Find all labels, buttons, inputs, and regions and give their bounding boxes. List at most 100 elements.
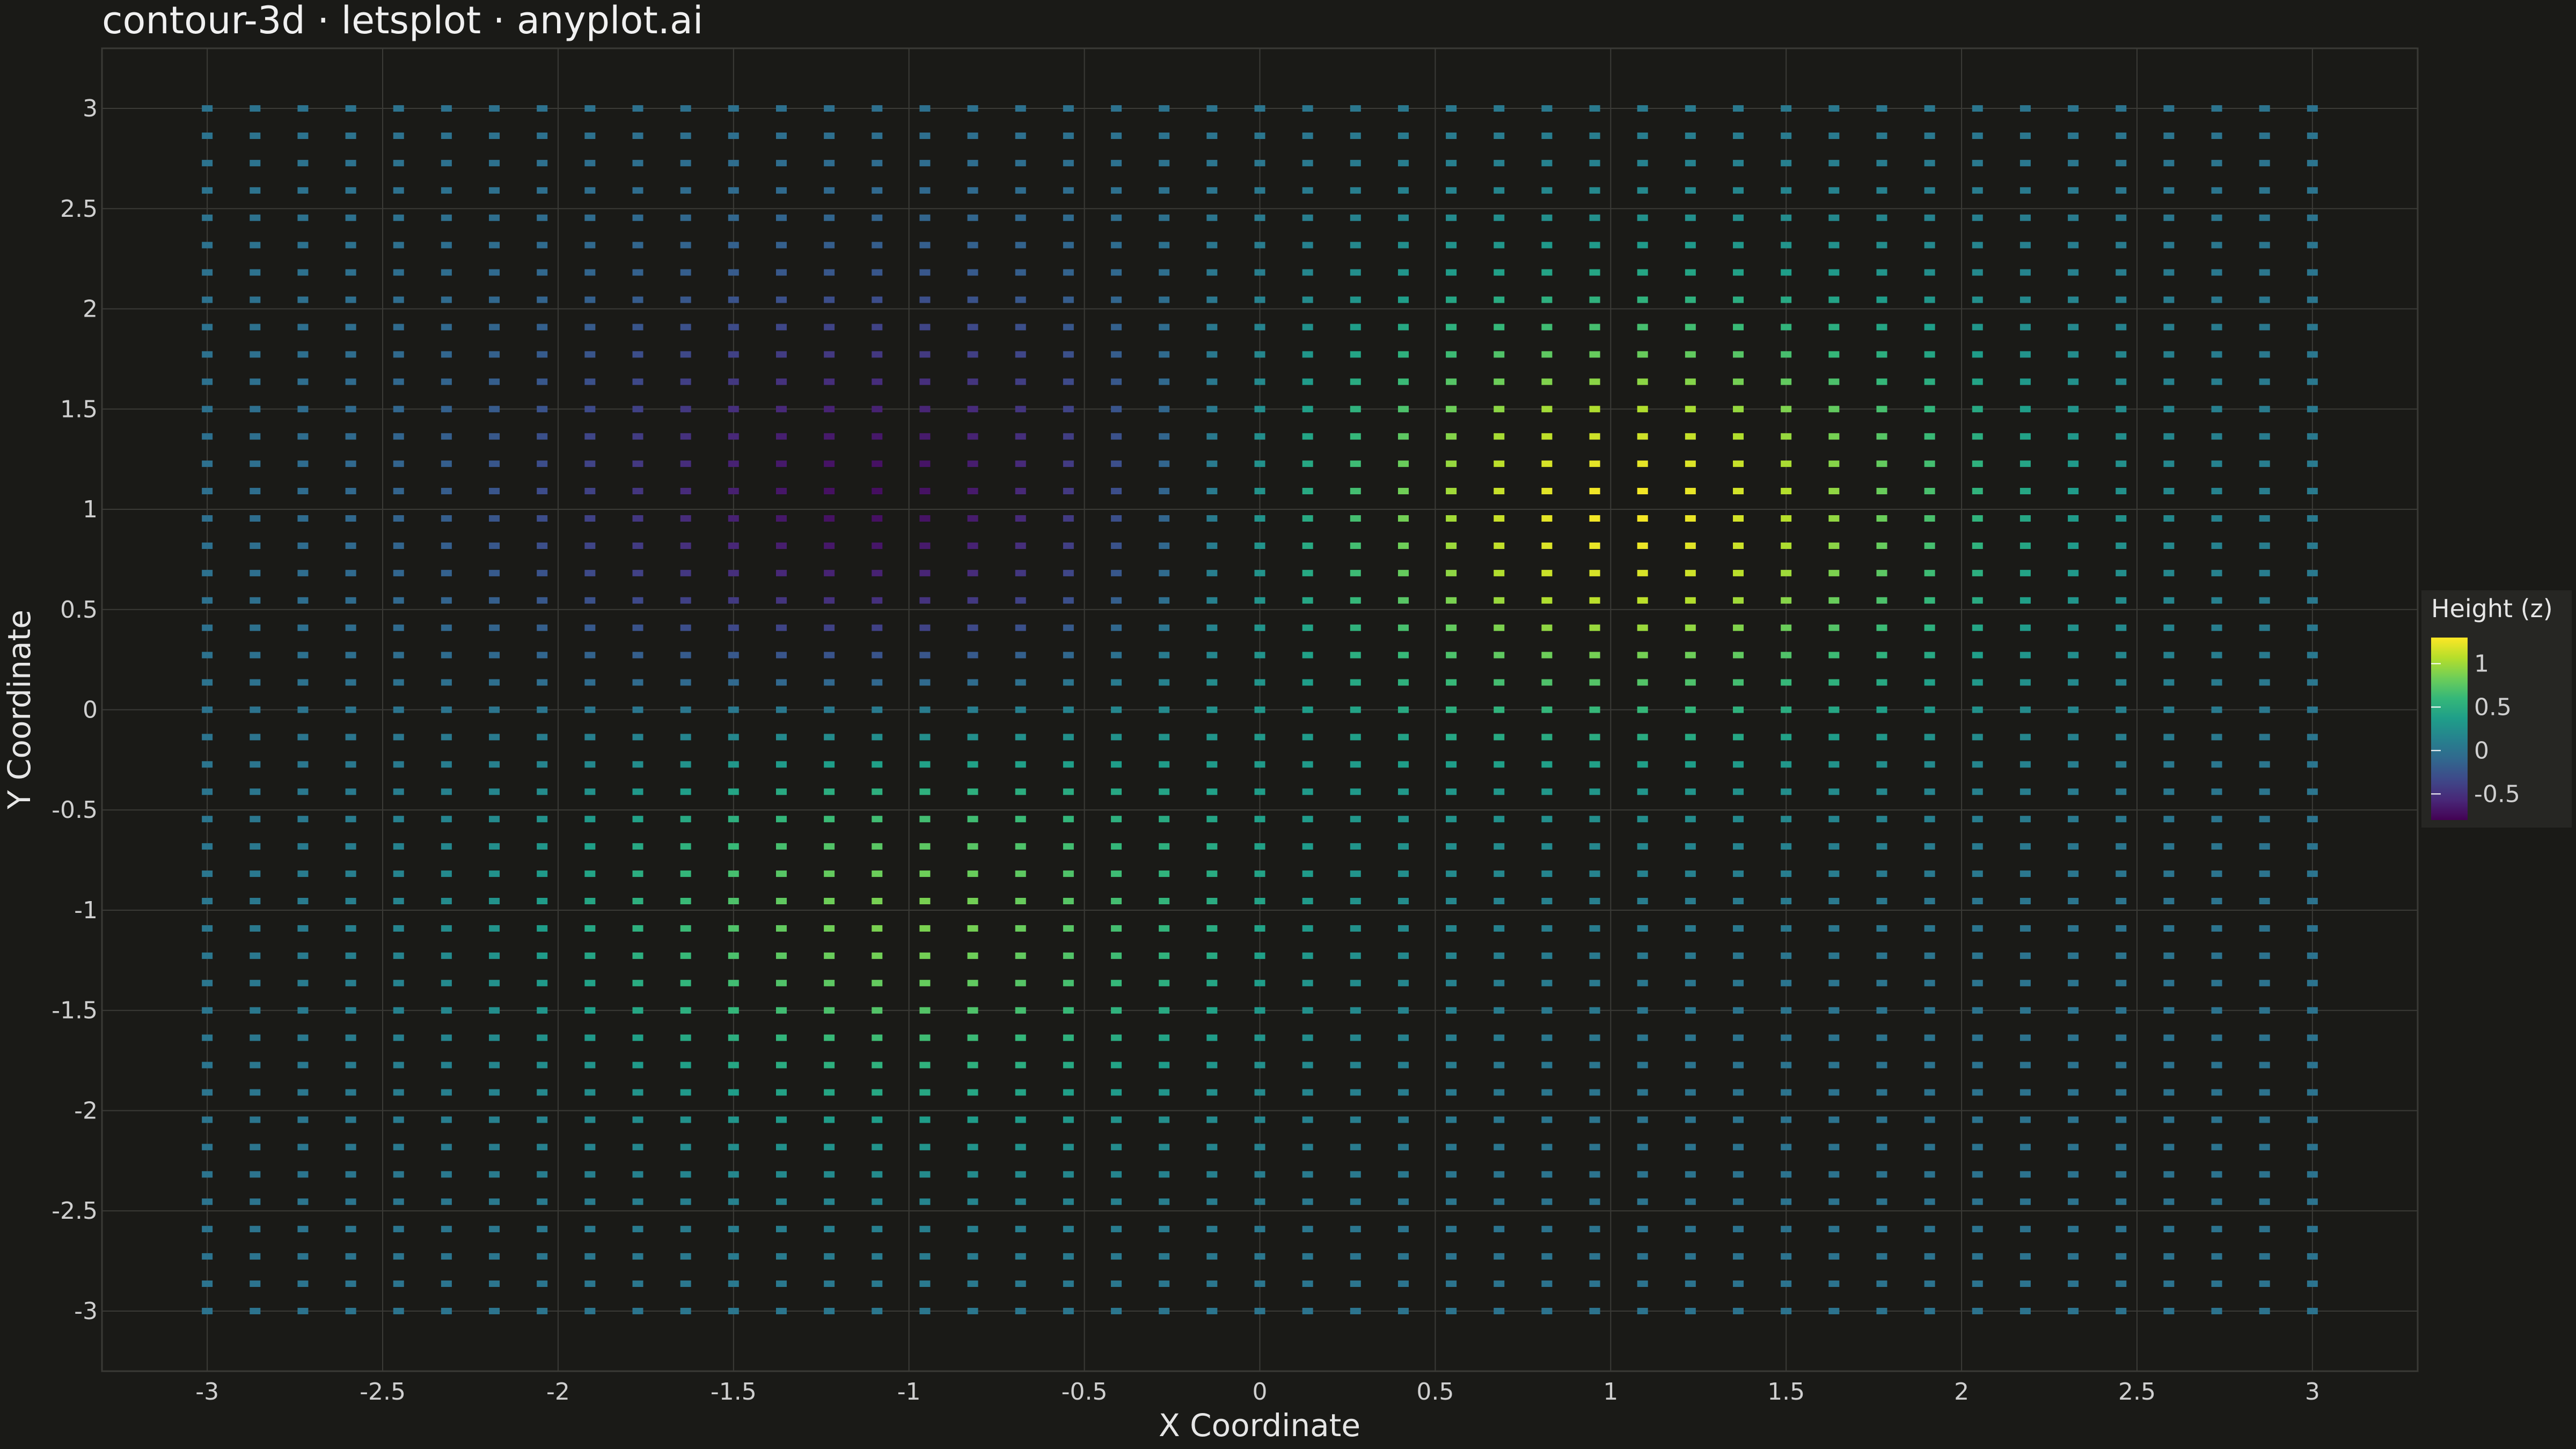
data-point	[1015, 952, 1026, 959]
data-point	[2116, 1198, 2127, 1205]
data-point	[872, 898, 883, 905]
data-point	[872, 269, 883, 276]
data-point	[2307, 351, 2318, 358]
data-point	[1733, 433, 1744, 440]
data-point	[2211, 652, 2222, 658]
data-point	[250, 624, 261, 631]
data-point	[1254, 1280, 1265, 1287]
data-point	[1828, 870, 1840, 877]
data-point	[202, 488, 213, 495]
data-point	[1828, 460, 1840, 467]
data-point	[728, 324, 739, 331]
data-point	[2307, 105, 2318, 112]
data-point	[537, 952, 548, 959]
data-point	[584, 1198, 596, 1205]
data-point	[1302, 1253, 1313, 1260]
data-point	[967, 1171, 978, 1178]
data-point	[2116, 1144, 2127, 1151]
data-point	[1111, 406, 1122, 413]
data-point	[919, 843, 931, 850]
data-point	[2068, 843, 2079, 850]
data-point	[824, 187, 835, 194]
data-point	[345, 1144, 356, 1151]
data-point	[1828, 569, 1840, 576]
data-point	[1828, 597, 1840, 604]
data-point	[2068, 1171, 2079, 1178]
data-point	[1781, 624, 1792, 631]
data-point	[2259, 105, 2270, 112]
x-axis-ticks: -3 -2.5 -2 -1.5 -1 -0.5 0 0.5 1 1.5 2 2.5 3	[195, 1378, 2320, 1406]
data-point	[1015, 1034, 1026, 1041]
data-point	[393, 159, 404, 166]
data-point	[441, 378, 452, 385]
y-tick-label: -2.5	[52, 1197, 98, 1225]
data-point	[1685, 296, 1696, 303]
data-point	[489, 870, 500, 877]
data-point	[680, 406, 691, 413]
data-point	[1254, 816, 1265, 823]
data-point	[872, 952, 883, 959]
data-point	[1397, 187, 1409, 194]
data-point	[2211, 1307, 2222, 1314]
data-point	[2211, 105, 2222, 112]
data-point	[872, 1034, 883, 1041]
data-point	[1302, 460, 1313, 467]
data-point	[1541, 1307, 1553, 1314]
data-point	[1637, 542, 1648, 549]
data-point	[1446, 898, 1457, 905]
data-point	[872, 870, 883, 877]
data-point	[1924, 488, 1935, 495]
data-point	[2259, 1116, 2270, 1123]
data-point	[919, 734, 931, 741]
data-point	[1015, 214, 1026, 221]
data-point	[1589, 460, 1600, 467]
data-point	[345, 132, 356, 139]
data-point	[1397, 816, 1409, 823]
data-point	[2068, 378, 2079, 385]
data-point	[1972, 734, 1983, 741]
data-point	[2019, 706, 2031, 713]
data-point	[967, 542, 978, 549]
data-point	[1924, 734, 1935, 741]
data-point	[1015, 1007, 1026, 1014]
data-point	[1063, 1253, 1074, 1260]
data-point	[824, 159, 835, 166]
data-point	[1350, 187, 1361, 194]
data-point	[967, 1089, 978, 1096]
data-point	[1494, 788, 1505, 795]
data-point	[1494, 1089, 1505, 1096]
data-point	[1972, 952, 1983, 959]
data-point	[680, 214, 691, 221]
data-point	[1685, 898, 1696, 905]
data-point	[632, 1144, 643, 1151]
data-point	[1781, 433, 1792, 440]
data-point	[1063, 679, 1074, 686]
data-point	[1350, 515, 1361, 522]
data-point	[2116, 679, 2127, 686]
data-point	[1015, 1089, 1026, 1096]
data-point	[1637, 816, 1648, 823]
data-point	[728, 296, 739, 303]
data-point	[2163, 1253, 2175, 1260]
data-point	[1206, 460, 1218, 467]
data-point	[1302, 1116, 1313, 1123]
data-point	[441, 324, 452, 331]
data-point	[1685, 378, 1696, 385]
data-point	[2307, 597, 2318, 604]
data-point	[872, 652, 883, 658]
data-point	[1206, 378, 1218, 385]
legend-colorbar	[2431, 638, 2468, 820]
data-point	[2019, 515, 2031, 522]
data-point	[1541, 515, 1553, 522]
data-point	[345, 1226, 356, 1233]
data-point	[584, 159, 596, 166]
data-point	[872, 1089, 883, 1096]
data-point	[2068, 433, 2079, 440]
data-point	[824, 296, 835, 303]
data-point	[537, 378, 548, 385]
data-point	[632, 433, 643, 440]
data-point	[250, 1280, 261, 1287]
data-point	[1015, 788, 1026, 795]
data-point	[584, 105, 596, 112]
data-point	[250, 679, 261, 686]
